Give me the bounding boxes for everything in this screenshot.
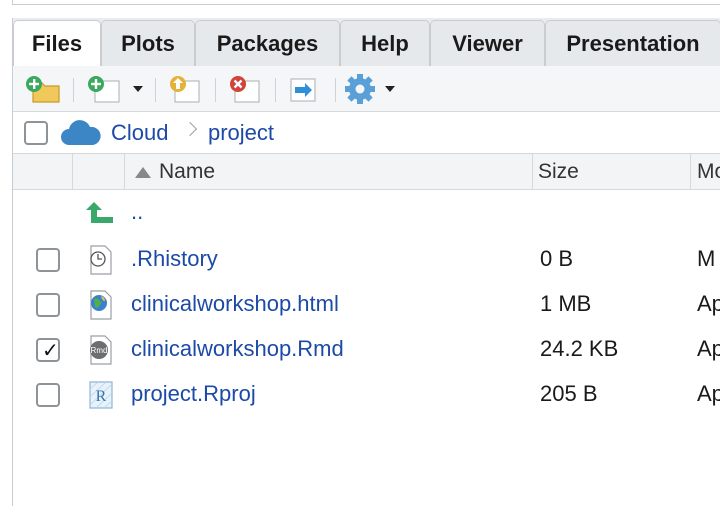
new-blank-file-icon bbox=[88, 76, 120, 103]
table-row: clinicalworkshop.html 1 MB Ap bbox=[13, 283, 720, 328]
tab-viewer[interactable]: Viewer bbox=[430, 20, 545, 66]
header-size[interactable]: Size bbox=[533, 154, 691, 190]
checkmark-icon: ✓ bbox=[42, 340, 59, 362]
html-file-icon bbox=[90, 290, 112, 320]
files-pane: Files Plots Packages Help Viewer Present… bbox=[12, 18, 720, 506]
file-list-header: Name Size Mo bbox=[13, 154, 720, 190]
rmd-file-icon: Rmd bbox=[90, 335, 112, 365]
header-name[interactable]: Name bbox=[125, 154, 533, 190]
files-toolbar bbox=[13, 66, 720, 112]
upload-icon bbox=[170, 76, 200, 103]
breadcrumb: Cloud project bbox=[13, 112, 720, 154]
file-modified: Ap bbox=[697, 291, 720, 316]
tab-help[interactable]: Help bbox=[340, 20, 430, 66]
row-checkbox[interactable]: ✓ bbox=[36, 338, 60, 362]
delete-icon bbox=[230, 76, 260, 103]
file-size: 0 B bbox=[540, 246, 574, 271]
upper-pane-edge bbox=[12, 0, 720, 5]
upload-button[interactable] bbox=[165, 74, 205, 104]
table-row: R project.Rproj 205 B Ap bbox=[13, 373, 720, 418]
chevron-down-icon bbox=[385, 86, 395, 92]
header-check-column bbox=[13, 154, 73, 190]
file-size: 24.2 KB bbox=[540, 336, 619, 361]
chevron-down-icon bbox=[133, 86, 143, 92]
breadcrumb-current[interactable]: project bbox=[208, 120, 274, 146]
tab-files[interactable]: Files bbox=[13, 20, 101, 67]
up-arrow-icon bbox=[86, 202, 113, 223]
sort-ascending-icon bbox=[135, 166, 151, 178]
row-checkbox[interactable] bbox=[36, 293, 60, 317]
header-size-label: Size bbox=[538, 160, 579, 183]
new-file-button[interactable] bbox=[85, 74, 143, 104]
file-modified: Ap bbox=[697, 381, 720, 406]
header-icon-column bbox=[73, 154, 125, 190]
new-folder-icon bbox=[26, 76, 60, 103]
file-size: 205 B bbox=[540, 381, 598, 406]
tab-plots[interactable]: Plots bbox=[101, 20, 195, 66]
new-folder-button[interactable] bbox=[25, 74, 63, 104]
parent-directory-link[interactable]: .. bbox=[131, 199, 143, 225]
more-gear-icon bbox=[345, 74, 375, 104]
tab-packages[interactable]: Packages bbox=[195, 20, 340, 66]
row-checkbox[interactable] bbox=[36, 383, 60, 407]
file-name[interactable]: .Rhistory bbox=[131, 246, 218, 272]
file-size: 1 MB bbox=[540, 291, 592, 316]
table-row: .Rhistory 0 B M bbox=[13, 238, 720, 283]
table-row: ✓ Rmd clinicalworkshop.Rmd 24.2 KB Ap bbox=[13, 328, 720, 373]
rename-button[interactable] bbox=[283, 74, 323, 104]
header-name-label: Name bbox=[159, 160, 216, 183]
file-modified: Ap bbox=[697, 336, 720, 361]
header-modified[interactable]: Mo bbox=[691, 154, 720, 190]
breadcrumb-cloud[interactable]: Cloud bbox=[111, 120, 168, 146]
file-name[interactable]: clinicalworkshop.html bbox=[131, 291, 339, 317]
file-name[interactable]: clinicalworkshop.Rmd bbox=[131, 336, 344, 362]
row-checkbox[interactable] bbox=[36, 248, 60, 272]
file-modified: M bbox=[697, 246, 716, 271]
cloud-icon bbox=[61, 120, 101, 145]
tab-presentation[interactable]: Presentation bbox=[545, 20, 720, 66]
svg-text:Rmd: Rmd bbox=[91, 346, 108, 355]
tab-bar: Files Plots Packages Help Viewer Present… bbox=[13, 18, 720, 67]
delete-button[interactable] bbox=[225, 74, 265, 104]
svg-text:R: R bbox=[96, 388, 107, 405]
rproj-file-icon: R bbox=[89, 381, 113, 409]
header-modified-label: Mo bbox=[697, 160, 720, 183]
breadcrumb-separator bbox=[182, 121, 198, 137]
file-name[interactable]: project.Rproj bbox=[131, 381, 256, 407]
select-all-checkbox[interactable] bbox=[24, 121, 48, 145]
parent-directory-row[interactable]: .. bbox=[13, 193, 720, 238]
more-button[interactable] bbox=[343, 74, 395, 104]
history-file-icon bbox=[90, 245, 112, 275]
rename-icon bbox=[290, 78, 316, 102]
